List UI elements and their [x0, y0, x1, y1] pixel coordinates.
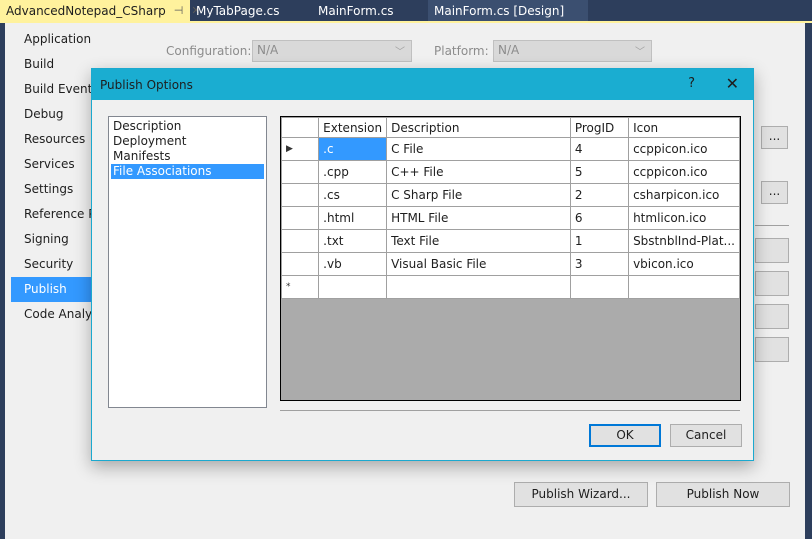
- current-row-indicator-icon[interactable]: ▶: [281, 137, 320, 161]
- file-associations-grid[interactable]: Extension Description ProgID Icon ▶ .c C…: [280, 116, 741, 401]
- platform-value: N/A: [498, 43, 520, 57]
- configuration-label: Configuration:: [166, 44, 252, 58]
- table-row[interactable]: .html HTML File 6 htmlicon.ico: [281, 206, 740, 230]
- row-header-corner: [281, 117, 320, 138]
- background-button[interactable]: [755, 337, 789, 362]
- cell-description[interactable]: HTML File: [386, 206, 571, 230]
- cell-extension[interactable]: .html: [318, 206, 388, 230]
- category-manifests[interactable]: Manifests: [111, 149, 264, 164]
- tab-mytabpage-cs[interactable]: MyTabPage.cs: [190, 0, 312, 21]
- table-row[interactable]: .cs C Sharp File 2 csharpicon.ico: [281, 183, 740, 207]
- category-description[interactable]: Description: [111, 119, 264, 134]
- cell-description[interactable]: C File: [386, 137, 571, 161]
- platform-label: Platform:: [434, 44, 489, 58]
- publish-options-dialog: Publish Options ? ✕ Description Deployme…: [91, 68, 754, 461]
- browse-button-2[interactable]: ...: [761, 181, 788, 204]
- background-button[interactable]: [755, 304, 789, 329]
- cell-progid[interactable]: 3: [569, 252, 630, 276]
- cell-extension[interactable]: .c: [318, 137, 388, 161]
- cell-icon[interactable]: csharpicon.ico: [628, 183, 740, 207]
- configuration-value: N/A: [257, 43, 279, 57]
- row-header[interactable]: [281, 160, 320, 184]
- tab-label: MainForm.cs [Design]: [434, 3, 565, 18]
- divider: [755, 225, 789, 226]
- dialog-divider: [280, 410, 740, 411]
- category-deployment[interactable]: Deployment: [111, 134, 264, 149]
- column-header-icon[interactable]: Icon: [628, 117, 740, 138]
- cell-extension[interactable]: [318, 275, 388, 299]
- row-header[interactable]: [281, 229, 320, 253]
- document-tab-bar: AdvancedNotepad_CSharp ⊣ ✕ MyTabPage.cs …: [0, 0, 812, 21]
- cell-extension[interactable]: .txt: [318, 229, 388, 253]
- platform-dropdown[interactable]: N/A ﹀: [493, 40, 652, 62]
- cell-progid[interactable]: [569, 275, 630, 299]
- new-row-indicator-icon[interactable]: *: [281, 275, 320, 299]
- cell-description[interactable]: Text File: [386, 229, 571, 253]
- nav-item-application[interactable]: Application: [11, 27, 106, 52]
- background-button[interactable]: [755, 271, 789, 296]
- tab-advancednotepad-csharp[interactable]: AdvancedNotepad_CSharp ⊣ ✕: [0, 0, 201, 21]
- tab-mainform-cs[interactable]: MainForm.cs: [312, 0, 428, 21]
- table-row[interactable]: .txt Text File 1 SbstnblInd-Plat...: [281, 229, 740, 253]
- table-row[interactable]: .cpp C++ File 5 ccppicon.ico: [281, 160, 740, 184]
- cancel-button[interactable]: Cancel: [670, 424, 742, 447]
- chevron-down-icon: ﹀: [635, 47, 645, 58]
- cell-extension[interactable]: .cpp: [318, 160, 388, 184]
- cell-icon[interactable]: htmlicon.ico: [628, 206, 740, 230]
- table-row[interactable]: ▶ .c C File 4 ccppicon.ico: [281, 137, 740, 161]
- pin-icon[interactable]: ⊣: [174, 4, 184, 17]
- cell-progid[interactable]: 2: [569, 183, 630, 207]
- cell-extension[interactable]: .vb: [318, 252, 388, 276]
- cell-description[interactable]: C Sharp File: [386, 183, 571, 207]
- configuration-dropdown[interactable]: N/A ﹀: [252, 40, 412, 62]
- dialog-title: Publish Options: [100, 77, 193, 92]
- table-row[interactable]: .vb Visual Basic File 3 vbicon.ico: [281, 252, 740, 276]
- publish-now-button[interactable]: Publish Now: [656, 482, 790, 507]
- tab-label: MyTabPage.cs: [196, 3, 280, 18]
- cell-progid[interactable]: 6: [569, 206, 630, 230]
- publish-wizard-button[interactable]: Publish Wizard...: [514, 482, 648, 507]
- close-icon[interactable]: ✕: [726, 74, 739, 93]
- cell-progid[interactable]: 5: [569, 160, 630, 184]
- category-file-associations[interactable]: File Associations: [111, 164, 264, 179]
- tab-mainform-design[interactable]: MainForm.cs [Design]: [428, 0, 588, 21]
- row-header[interactable]: [281, 206, 320, 230]
- column-header-description[interactable]: Description: [386, 117, 571, 138]
- cell-description[interactable]: Visual Basic File: [386, 252, 571, 276]
- new-row[interactable]: *: [281, 275, 740, 299]
- tab-label: AdvancedNotepad_CSharp: [6, 3, 166, 18]
- row-header[interactable]: [281, 183, 320, 207]
- grid-header-row: Extension Description ProgID Icon: [281, 117, 740, 138]
- background-button[interactable]: [755, 238, 789, 263]
- dialog-title-bar[interactable]: Publish Options ? ✕: [92, 69, 753, 100]
- cell-icon[interactable]: ccppicon.ico: [628, 160, 740, 184]
- column-header-progid[interactable]: ProgID: [569, 117, 630, 138]
- cell-progid[interactable]: 1: [569, 229, 630, 253]
- help-icon[interactable]: ?: [688, 76, 695, 91]
- grid-table: Extension Description ProgID Icon ▶ .c C…: [281, 117, 740, 299]
- ok-button[interactable]: OK: [589, 424, 661, 447]
- cell-icon[interactable]: SbstnblInd-Plat...: [628, 229, 740, 253]
- cell-description[interactable]: C++ File: [386, 160, 571, 184]
- tab-label: MainForm.cs: [318, 3, 394, 18]
- browse-button-1[interactable]: ...: [761, 126, 788, 149]
- cell-icon[interactable]: [628, 275, 740, 299]
- cell-description[interactable]: [386, 275, 571, 299]
- cell-progid[interactable]: 4: [569, 137, 630, 161]
- row-header[interactable]: [281, 252, 320, 276]
- chevron-down-icon: ﹀: [395, 47, 405, 58]
- category-list[interactable]: Description Deployment Manifests File As…: [108, 116, 267, 408]
- cell-icon[interactable]: vbicon.ico: [628, 252, 740, 276]
- cell-extension[interactable]: .cs: [318, 183, 388, 207]
- cell-icon[interactable]: ccppicon.ico: [628, 137, 740, 161]
- column-header-extension[interactable]: Extension: [318, 117, 388, 138]
